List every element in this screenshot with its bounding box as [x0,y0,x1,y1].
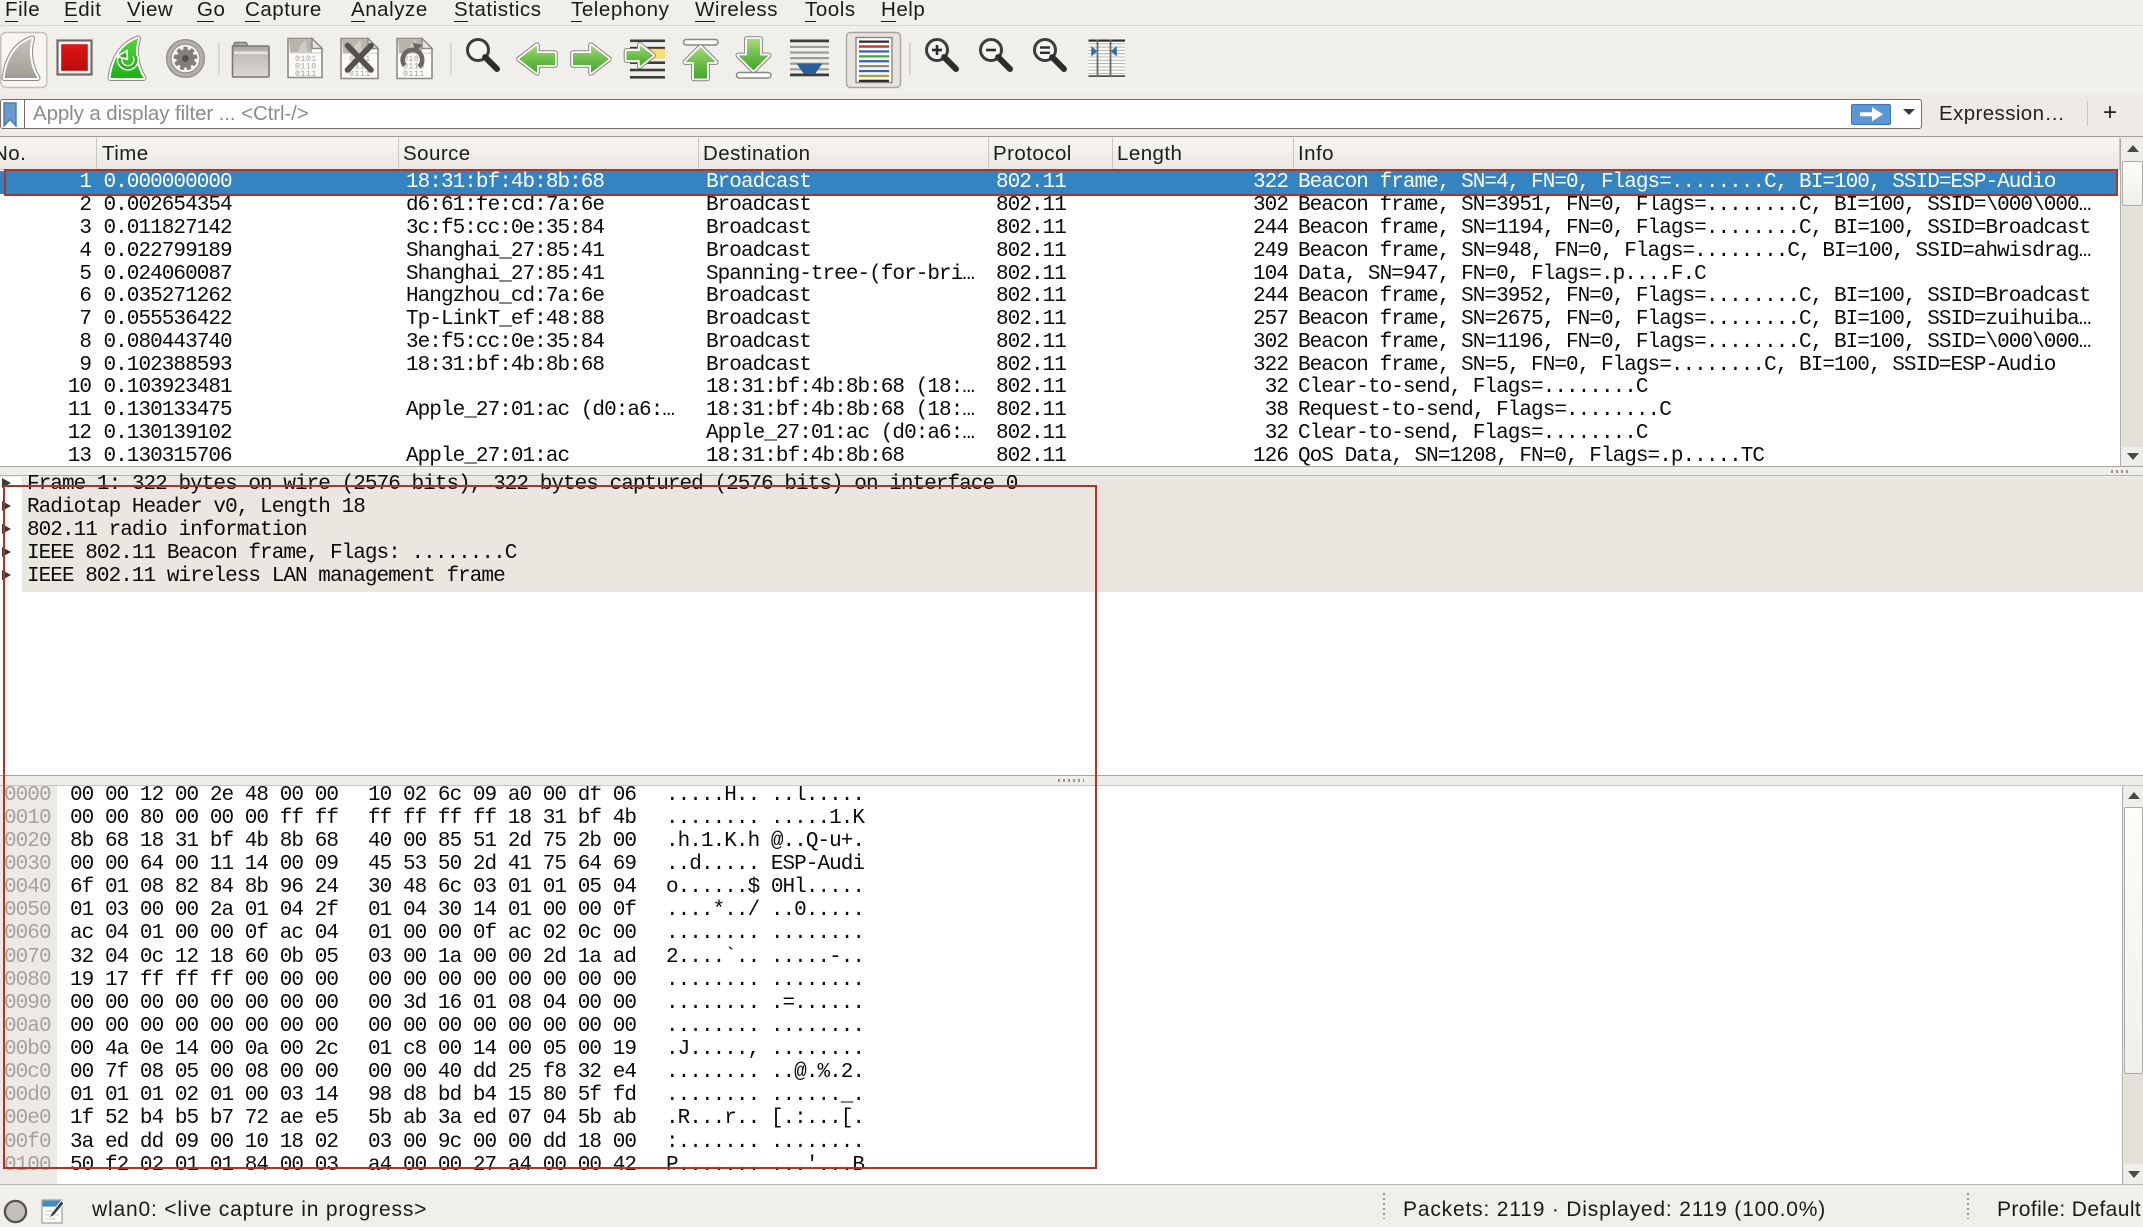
svg-text:0111: 0111 [349,69,371,79]
svg-text:0111: 0111 [403,69,425,79]
svg-text:0111: 0111 [295,69,317,79]
